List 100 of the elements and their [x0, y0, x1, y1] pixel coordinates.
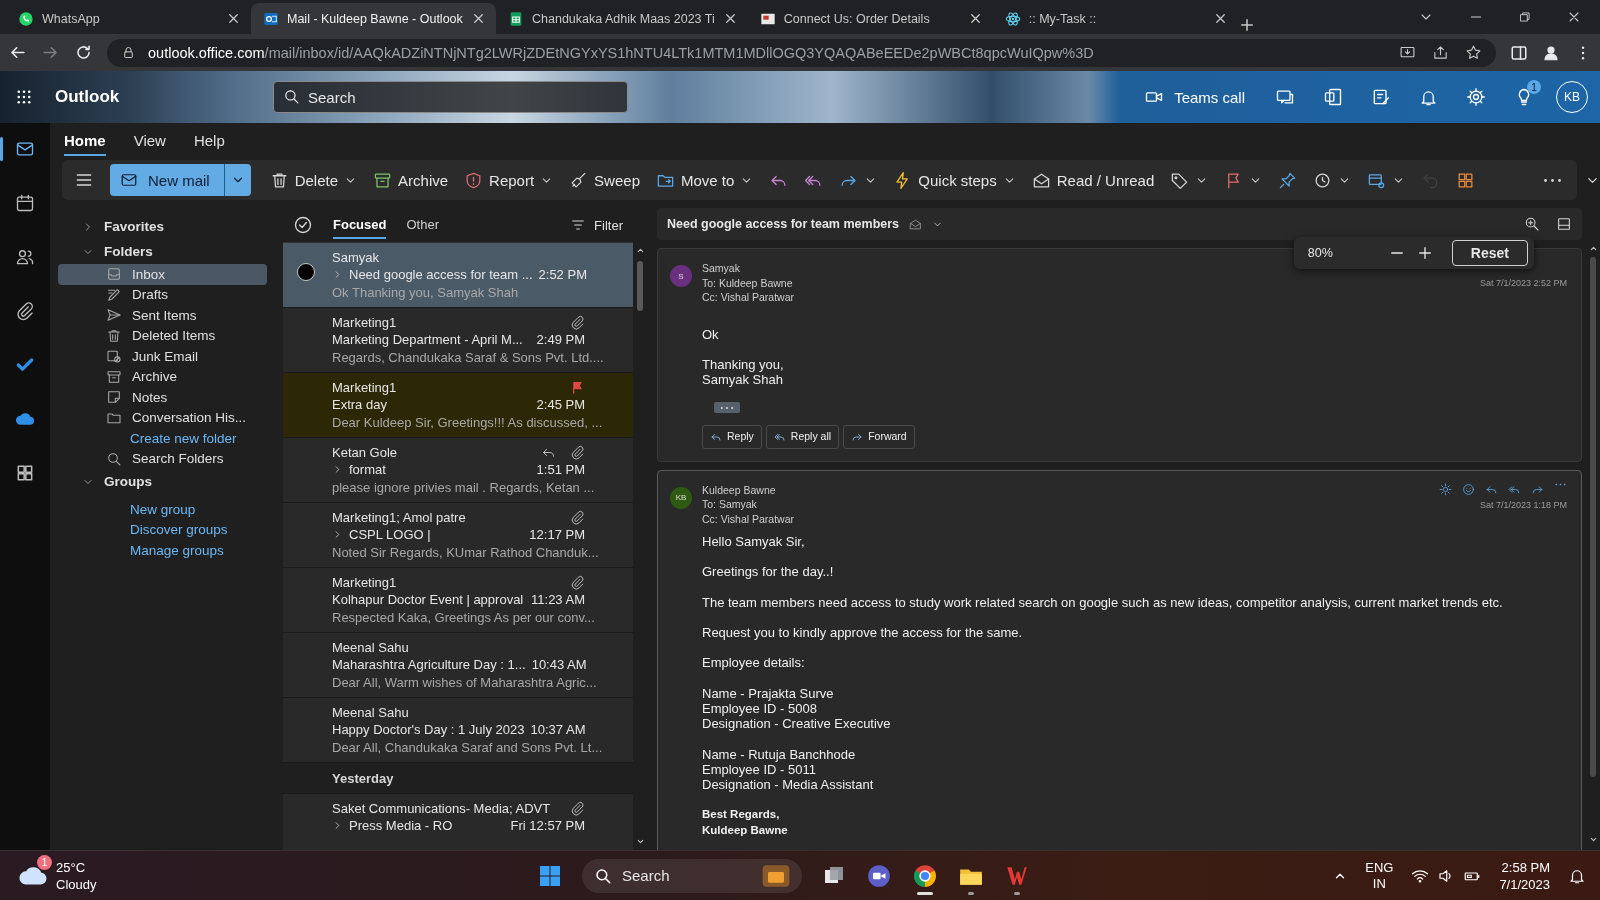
folder-item[interactable]: Notes — [58, 387, 267, 408]
message-item[interactable]: Samyak Need google access for team ... 2:52 PM Ok Thanking you, Samyak Shah — [283, 243, 633, 308]
email-paragraph: Thanking you, Samyak Shah — [702, 356, 785, 388]
report-button[interactable]: Report — [459, 164, 559, 196]
folder-item[interactable]: Junk Email — [58, 346, 267, 367]
emoji-icon[interactable] — [1462, 482, 1475, 496]
sun-icon[interactable] — [1439, 482, 1452, 496]
read-unread-button[interactable]: Read / Unread — [1026, 164, 1160, 196]
close-icon[interactable] — [471, 11, 486, 26]
flag-icon[interactable] — [570, 379, 585, 395]
email-paragraph: Name - Rutuja Banchhode Employee ID - 5011 Designation - Media Assistant — [702, 746, 875, 793]
language-indicator[interactable]: ENG IN — [1365, 859, 1394, 892]
select-all-icon[interactable] — [293, 215, 313, 235]
avatar-button[interactable]: KB — [1556, 81, 1588, 113]
teams-call-button[interactable]: Teams call — [1144, 87, 1245, 107]
more-icon[interactable] — [1554, 482, 1567, 486]
date-group-header: Yesterday — [283, 763, 633, 794]
note-icon[interactable] — [1371, 87, 1391, 107]
folder-item[interactable]: Archive — [58, 366, 267, 387]
bookmark-star-icon[interactable] — [1465, 44, 1482, 61]
ribbon-tab[interactable]: View — [133, 125, 166, 156]
browser-tab[interactable]: :: My-Task :: — [992, 3, 1238, 34]
zoom-icon[interactable] — [1524, 216, 1540, 232]
app-title: Outlook — [55, 87, 121, 107]
browser-tab[interactable]: Connect Us: Order Details — [747, 3, 993, 34]
reload-icon[interactable] — [74, 43, 93, 62]
folder-item[interactable]: Deleted Items — [58, 325, 267, 346]
weather-condition: Cloudy — [56, 875, 97, 893]
browser-icon[interactable] — [912, 862, 938, 889]
search-folders-item[interactable]: Search Folders — [58, 448, 267, 469]
app-launcher-icon[interactable] — [15, 88, 33, 106]
close-icon[interactable] — [226, 11, 241, 26]
show-trimmed-button[interactable] — [714, 402, 740, 414]
ribbon-tab[interactable]: Help — [193, 125, 225, 156]
search-field[interactable]: Search — [273, 81, 628, 113]
calendar-icon[interactable] — [15, 193, 35, 213]
reply-all-button[interactable]: Reply all — [765, 425, 840, 449]
envelope-icon[interactable] — [909, 217, 923, 231]
sweep-button[interactable]: Sweep — [564, 164, 645, 196]
message-preview: Regards, Chandukaka Saraf & Sons Pvt. Ltd.... — [332, 349, 604, 365]
folder-item[interactable]: Sent Items — [58, 305, 267, 326]
browser-tab[interactable]: WhatsApp — [6, 3, 251, 34]
groups-header[interactable]: Groups — [58, 469, 267, 494]
message-preview: Dear All, Chandukaka Saraf and Sons Pvt. Lt... — [332, 739, 603, 755]
folders-header[interactable]: Folders — [58, 239, 267, 264]
create-folder-link[interactable]: Create new folder — [58, 428, 267, 449]
move-to-button[interactable]: Move to — [651, 164, 759, 196]
lock-icon[interactable] — [121, 45, 136, 60]
message-time: 11:23 AM — [531, 592, 585, 608]
apps-icon[interactable] — [15, 463, 35, 483]
scroll-up-icon[interactable] — [1588, 244, 1598, 253]
filter-button[interactable]: Filter — [570, 217, 623, 233]
cc-line: Cc: Vishal Paratwar — [702, 290, 794, 305]
restore-icon[interactable] — [1518, 10, 1532, 24]
inbox-tab[interactable]: Focused — [333, 211, 387, 239]
selection-circle-icon[interactable] — [297, 263, 315, 281]
group-link[interactable]: Manage groups — [58, 540, 267, 561]
email-paragraph: Request you to kindly approve the access for the same. — [702, 625, 1024, 641]
favorites-header[interactable]: Favorites — [58, 214, 267, 239]
message-subject: Need google access for team ... — [349, 267, 533, 283]
share-icon[interactable] — [1432, 44, 1449, 61]
scroll-down-icon[interactable] — [1588, 835, 1598, 844]
message-preview: Dear Kuldeep Sir, Greetings!!! As discussed, ... — [332, 414, 603, 430]
scroll-up-icon[interactable] — [635, 246, 645, 255]
group-link[interactable]: New group — [58, 499, 267, 520]
video-chat-icon[interactable] — [866, 862, 892, 889]
new-mail-button[interactable]: New mail — [110, 164, 224, 196]
quick-steps-button[interactable]: Quick steps — [888, 164, 1021, 196]
folder-item[interactable]: Inbox — [58, 264, 267, 285]
delete-button[interactable]: Delete — [264, 164, 363, 196]
address-bar[interactable]: outlook.office.com/mail/inbox/id/AAQkADZiNTNjNTg2LWRjZDEtNGYxYS1hNTU4LTk1MTM1MDllOGQ3YQAQABeEEDe2pWBCt8qpcWuIQpw%3D — [107, 38, 1496, 67]
email-paragraph: Best Regards, Kuldeep Bawne — [702, 807, 789, 838]
side-panel-icon[interactable] — [1510, 43, 1528, 62]
browser-tab[interactable]: Chandukaka Adhik Maas 2023 Ti — [496, 3, 748, 34]
new-mail-dropdown[interactable] — [223, 164, 251, 196]
reply-button[interactable]: Reply — [702, 425, 762, 449]
start-icon[interactable] — [538, 863, 562, 888]
browser-tab[interactable]: Mail - Kuldeep Bawne - Outlook — [251, 3, 496, 34]
reset-button[interactable]: Reset — [1451, 240, 1528, 266]
folder-item[interactable]: Conversation His... — [58, 407, 267, 428]
folder-item[interactable]: Drafts — [58, 284, 267, 305]
forward-button[interactable]: Forward — [843, 425, 915, 449]
recipient-line: To: Kuldeep Bawne — [702, 275, 794, 290]
panel-icon[interactable] — [1556, 216, 1572, 232]
message-item[interactable]: Marketing1 Extra day 2:45 PM Dear Kuldeep Sir, Greetings!!! As discussed, ... — [283, 373, 633, 438]
ribbon-tab[interactable]: Home — [64, 125, 106, 156]
group-link[interactable]: Discover groups — [58, 519, 267, 540]
inbox-tab[interactable]: Other — [406, 211, 439, 239]
profile-icon[interactable] — [1542, 43, 1560, 62]
message-subject: Kolhapur Doctor Event | approval — [332, 592, 524, 608]
people-icon[interactable] — [15, 247, 35, 267]
zoom-level: 80% — [1307, 246, 1334, 260]
clock[interactable]: 2:58 PM 7/1/2023 — [1499, 858, 1550, 893]
document-icon[interactable] — [1323, 87, 1343, 107]
paperclip-icon[interactable] — [15, 301, 35, 321]
scroll-down-icon[interactable] — [635, 837, 645, 846]
archive-button[interactable]: Archive — [368, 164, 454, 196]
email-paragraph: Hello Samyak Sir, — [702, 534, 806, 550]
message-date: Sat 7/1/2023 2:52 PM — [1479, 278, 1567, 288]
settings-icon[interactable] — [1466, 87, 1486, 107]
